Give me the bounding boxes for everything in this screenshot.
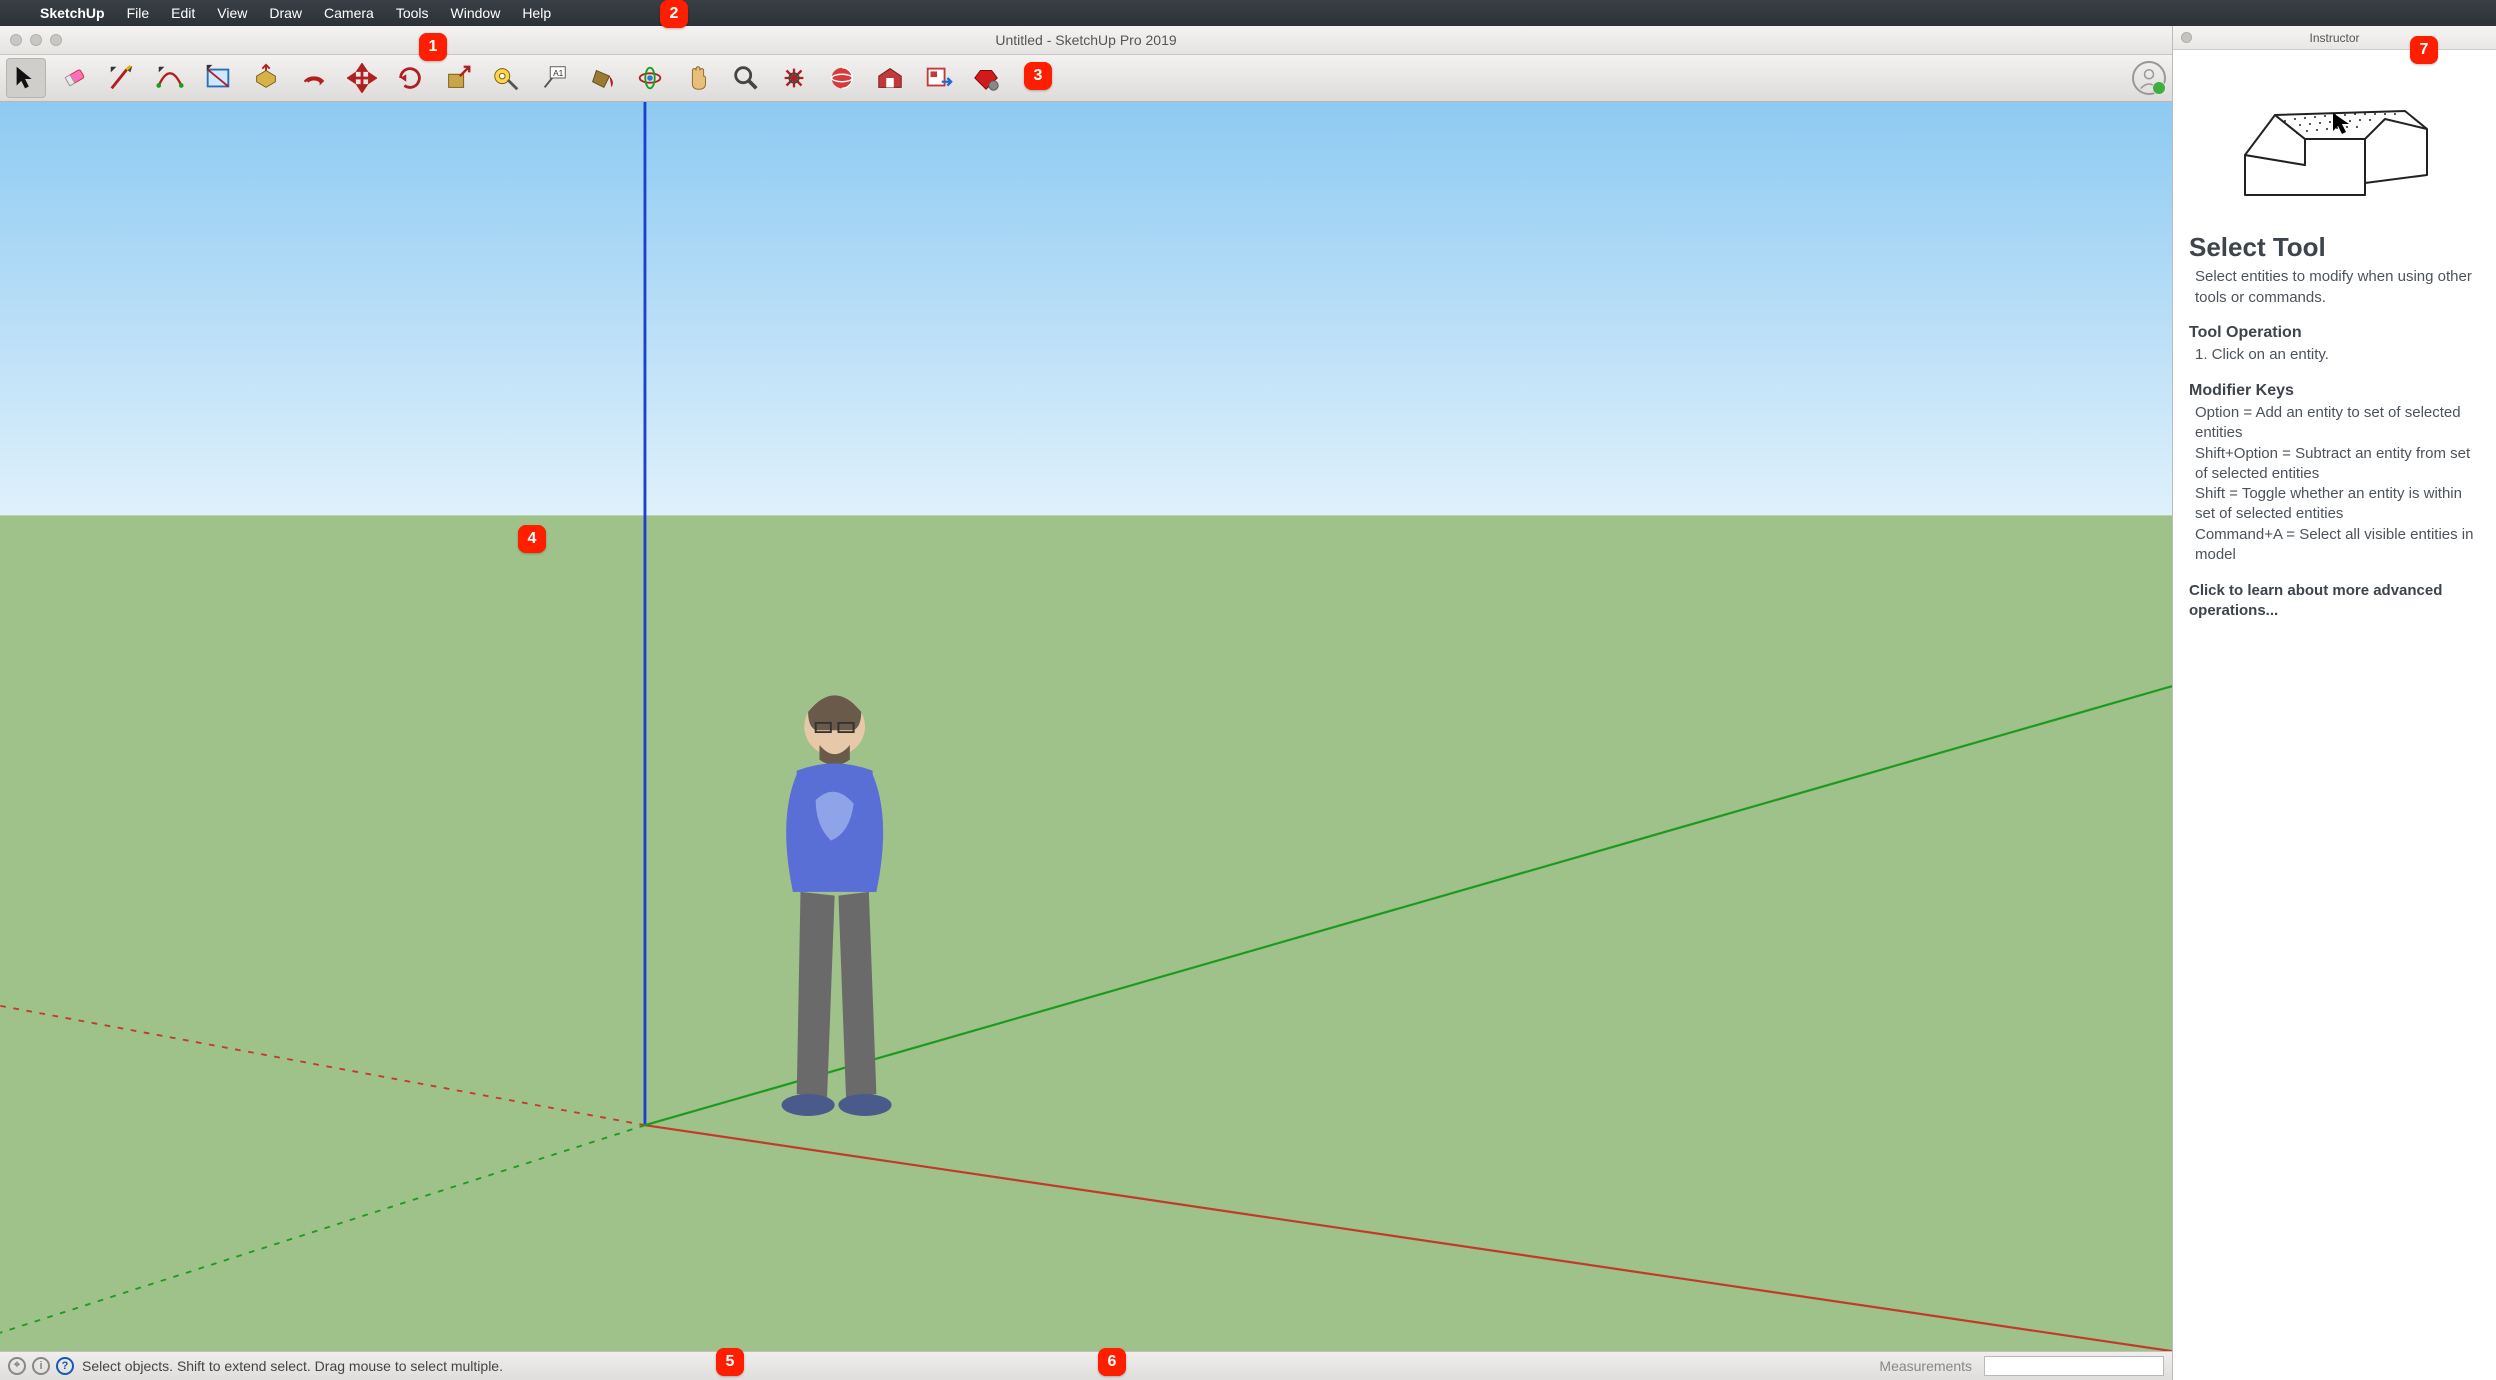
instructor-modifier: Option = Add an entity to set of selecte… — [2195, 403, 2480, 444]
tool-zoom-extents[interactable] — [774, 58, 814, 98]
menu-tools[interactable]: Tools — [386, 5, 439, 21]
tool-shapes[interactable] — [198, 58, 238, 98]
instructor-modifier: Shift+Option = Subtract an entity from s… — [2195, 444, 2480, 485]
window-close-icon[interactable] — [10, 34, 22, 46]
tool-arc[interactable] — [150, 58, 190, 98]
tool-extension-warehouse[interactable] — [966, 58, 1006, 98]
measurements-label: Measurements — [1879, 1358, 1972, 1374]
menu-file[interactable]: File — [117, 5, 160, 21]
help-icon[interactable]: ? — [56, 1357, 74, 1375]
credits-icon[interactable]: i — [32, 1357, 50, 1375]
instructor-modifier: Shift = Toggle whether an entity is with… — [2195, 484, 2480, 525]
tool-tape-measure[interactable] — [486, 58, 526, 98]
status-hint: Select objects. Shift to extend select. … — [82, 1358, 503, 1374]
instructor-operation-step: 1. Click on an entity. — [2195, 345, 2480, 365]
instructor-panel: Instructor — [2173, 26, 2496, 1380]
tool-select[interactable] — [6, 58, 46, 98]
instructor-learn-more-link[interactable]: Click to learn about more advanced opera… — [2189, 581, 2480, 622]
menu-view[interactable]: View — [207, 5, 257, 21]
model-viewport[interactable] — [0, 102, 2172, 1351]
macos-menubar: SketchUp File Edit View Draw Camera Tool… — [0, 0, 2496, 26]
account-avatar[interactable] — [2132, 61, 2166, 95]
document-title: Untitled - SketchUp Pro 2019 — [995, 32, 1176, 48]
tool-move[interactable] — [342, 58, 382, 98]
instructor-tool-title: Select Tool — [2189, 230, 2480, 265]
window-traffic-lights[interactable] — [10, 34, 62, 46]
tool-pan[interactable] — [678, 58, 718, 98]
menu-window[interactable]: Window — [441, 5, 511, 21]
window-minimize-icon[interactable] — [30, 34, 42, 46]
tool-orbit[interactable] — [630, 58, 670, 98]
menu-help[interactable]: Help — [512, 5, 561, 21]
instructor-tool-description: Select entities to modify when using oth… — [2195, 267, 2480, 308]
menu-camera[interactable]: Camera — [314, 5, 384, 21]
status-bar: ⌖ i ? Select objects. Shift to extend se… — [0, 1351, 2172, 1380]
window-zoom-icon[interactable] — [50, 34, 62, 46]
geo-location-icon[interactable]: ⌖ — [8, 1357, 26, 1375]
svg-text:A1: A1 — [553, 68, 564, 78]
tool-rotate[interactable] — [390, 58, 430, 98]
app-menu[interactable]: SketchUp — [30, 5, 115, 21]
main-toolbar: A1 — [0, 55, 2172, 102]
instructor-title: Instructor — [2309, 31, 2359, 45]
tool-send-to-layout[interactable] — [918, 58, 958, 98]
instructor-close-icon[interactable] — [2181, 32, 2192, 43]
tool-paint-bucket[interactable] — [582, 58, 622, 98]
menu-edit[interactable]: Edit — [161, 5, 205, 21]
tool-line[interactable] — [102, 58, 142, 98]
tool-text[interactable]: A1 — [534, 58, 574, 98]
menu-draw[interactable]: Draw — [259, 5, 312, 21]
tool-offset[interactable] — [294, 58, 334, 98]
tool-scale[interactable] — [438, 58, 478, 98]
tool-eraser[interactable] — [54, 58, 94, 98]
measurements-input[interactable] — [1984, 1356, 2164, 1376]
tool-pushpull[interactable] — [246, 58, 286, 98]
instructor-illustration — [2173, 50, 2496, 230]
sketchup-window: Untitled - SketchUp Pro 2019 — [0, 26, 2173, 1380]
window-titlebar: Untitled - SketchUp Pro 2019 — [0, 26, 2172, 55]
instructor-modifiers-heading: Modifier Keys — [2189, 380, 2480, 402]
instructor-titlebar: Instructor — [2173, 26, 2496, 50]
tool-3d-warehouse[interactable] — [870, 58, 910, 98]
tool-zoom[interactable] — [726, 58, 766, 98]
tool-add-location[interactable] — [822, 58, 862, 98]
instructor-modifier: Command+A = Select all visible entities … — [2195, 525, 2480, 566]
instructor-operation-heading: Tool Operation — [2189, 322, 2480, 344]
